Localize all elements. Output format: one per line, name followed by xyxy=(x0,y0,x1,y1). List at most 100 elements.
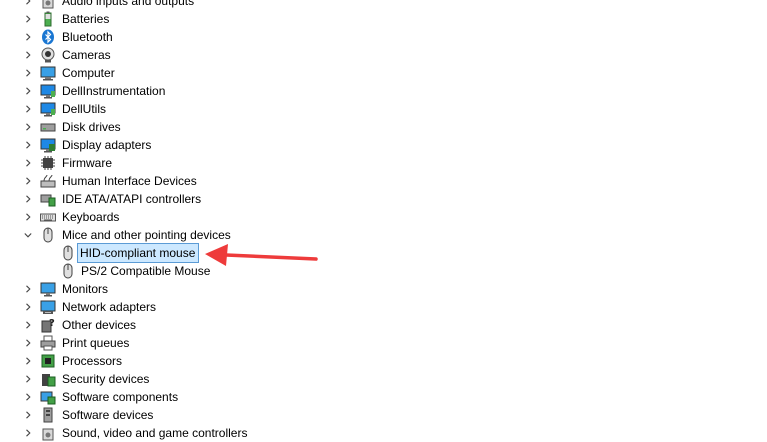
tree-item-ide-ata-atapi-controllers[interactable]: IDE ATA/ATAPI controllers xyxy=(0,190,767,208)
camera-icon xyxy=(40,47,56,63)
tree-item-ps2-compatible-mouse[interactable]: PS/2 Compatible Mouse xyxy=(0,262,767,280)
tree-item-dellutils[interactable]: DellUtils xyxy=(0,100,767,118)
tree-item-monitors[interactable]: Monitors xyxy=(0,280,767,298)
speaker-icon xyxy=(40,0,56,9)
tree-item-firmware[interactable]: Firmware xyxy=(0,154,767,172)
tree-item-label: Human Interface Devices xyxy=(62,174,197,188)
tree-item-label: Software components xyxy=(62,390,179,404)
tree-item-label: Bluetooth xyxy=(62,30,113,44)
chevron-right-icon[interactable] xyxy=(22,280,34,298)
tree-item-network-adapters[interactable]: Network adapters xyxy=(0,298,767,316)
sound-icon xyxy=(40,425,56,441)
tree-item-keyboards[interactable]: Keyboards xyxy=(0,208,767,226)
chevron-right-icon[interactable] xyxy=(22,316,34,334)
device-tree: Audio inputs and outputs Batteries Bluet… xyxy=(0,0,767,442)
computer-icon xyxy=(40,65,56,81)
tree-item-label: IDE ATA/ATAPI controllers xyxy=(62,192,202,206)
tree-item-label: Print queues xyxy=(62,336,130,350)
tree-item-label: DellInstrumentation xyxy=(62,84,166,98)
mouse-icon xyxy=(60,263,76,279)
chevron-right-icon[interactable] xyxy=(22,28,34,46)
tree-item-label: Computer xyxy=(62,66,115,80)
tree-item-audio-inputs-and-outputs[interactable]: Audio inputs and outputs xyxy=(0,0,767,10)
chip-icon xyxy=(40,155,56,171)
tree-item-label: Audio inputs and outputs xyxy=(62,0,195,8)
chevron-right-icon[interactable] xyxy=(22,352,34,370)
tree-item-label: HID-compliant mouse xyxy=(77,243,200,263)
monitor-icon xyxy=(40,281,56,297)
chevron-right-icon[interactable] xyxy=(22,370,34,388)
tree-item-label: Batteries xyxy=(62,12,110,26)
disk-drive-icon xyxy=(40,119,56,135)
tree-item-label: Disk drives xyxy=(62,120,121,134)
chevron-right-icon[interactable] xyxy=(22,406,34,424)
network-adapter-icon xyxy=(40,299,56,315)
software-device-icon xyxy=(40,407,56,423)
bluetooth-icon xyxy=(40,29,56,45)
tree-item-cameras[interactable]: Cameras xyxy=(0,46,767,64)
monitor-icon xyxy=(40,101,56,117)
tree-item-computer[interactable]: Computer xyxy=(0,64,767,82)
tree-item-label: Mice and other pointing devices xyxy=(62,228,231,242)
tree-item-hid-compliant-mouse[interactable]: HID-compliant mouse xyxy=(0,243,767,263)
tree-item-human-interface-devices[interactable]: Human Interface Devices xyxy=(0,172,767,190)
ide-controller-icon xyxy=(40,191,56,207)
tree-item-label: Firmware xyxy=(62,156,112,170)
chevron-right-icon[interactable] xyxy=(22,100,34,118)
chevron-right-icon[interactable] xyxy=(22,388,34,406)
chevron-down-icon[interactable] xyxy=(22,226,34,244)
chevron-right-icon[interactable] xyxy=(22,136,34,154)
mouse-icon xyxy=(60,245,76,261)
tree-item-security-devices[interactable]: Security devices xyxy=(0,370,767,388)
tree-item-display-adapters[interactable]: Display adapters xyxy=(0,136,767,154)
chevron-right-icon[interactable] xyxy=(22,298,34,316)
chevron-right-icon[interactable] xyxy=(22,190,34,208)
hid-icon xyxy=(40,173,56,189)
chevron-right-icon[interactable] xyxy=(22,424,34,442)
tree-item-label: Sound, video and game controllers xyxy=(62,426,248,440)
chevron-right-icon[interactable] xyxy=(22,154,34,172)
printer-icon xyxy=(40,335,56,351)
chevron-right-icon[interactable] xyxy=(22,118,34,136)
chevron-right-icon[interactable] xyxy=(22,172,34,190)
chevron-right-icon[interactable] xyxy=(22,82,34,100)
tree-item-bluetooth[interactable]: Bluetooth xyxy=(0,28,767,46)
security-device-icon xyxy=(40,371,56,387)
chevron-right-icon[interactable] xyxy=(22,64,34,82)
tree-item-label: Processors xyxy=(62,354,123,368)
tree-item-mice-and-other-pointing-devices[interactable]: Mice and other pointing devices xyxy=(0,226,767,244)
mouse-icon xyxy=(40,227,56,243)
monitor-icon xyxy=(40,83,56,99)
tree-item-print-queues[interactable]: Print queues xyxy=(0,334,767,352)
tree-item-disk-drives[interactable]: Disk drives xyxy=(0,118,767,136)
tree-item-label: Security devices xyxy=(62,372,150,386)
tree-item-label: PS/2 Compatible Mouse xyxy=(81,264,211,278)
processor-icon xyxy=(40,353,56,369)
tree-item-software-components[interactable]: Software components xyxy=(0,388,767,406)
tree-item-label: Display adapters xyxy=(62,138,152,152)
tree-item-label: Keyboards xyxy=(62,210,120,224)
tree-item-batteries[interactable]: Batteries xyxy=(0,10,767,28)
keyboard-icon xyxy=(40,209,56,225)
chevron-right-icon[interactable] xyxy=(22,46,34,64)
tree-item-dellinstrumentation[interactable]: DellInstrumentation xyxy=(0,82,767,100)
chevron-right-icon[interactable] xyxy=(22,208,34,226)
tree-item-label: DellUtils xyxy=(62,102,107,116)
tree-item-label: Monitors xyxy=(62,282,109,296)
tree-item-software-devices[interactable]: Software devices xyxy=(0,406,767,424)
tree-item-label: Cameras xyxy=(62,48,111,62)
tree-item-sound-video-and-game-controllers[interactable]: Sound, video and game controllers xyxy=(0,424,767,442)
display-adapter-icon xyxy=(40,137,56,153)
tree-item-other-devices[interactable]: ? Other devices xyxy=(0,316,767,334)
software-component-icon xyxy=(40,389,56,405)
tree-item-label: Other devices xyxy=(62,318,137,332)
chevron-right-icon[interactable] xyxy=(22,0,34,10)
svg-text:?: ? xyxy=(49,318,55,329)
tree-item-label: Network adapters xyxy=(62,300,157,314)
chevron-right-icon[interactable] xyxy=(22,10,34,28)
battery-icon xyxy=(40,11,56,27)
tree-item-label: Software devices xyxy=(62,408,154,422)
unknown-device-icon: ? xyxy=(40,317,56,333)
chevron-right-icon[interactable] xyxy=(22,334,34,352)
tree-item-processors[interactable]: Processors xyxy=(0,352,767,370)
